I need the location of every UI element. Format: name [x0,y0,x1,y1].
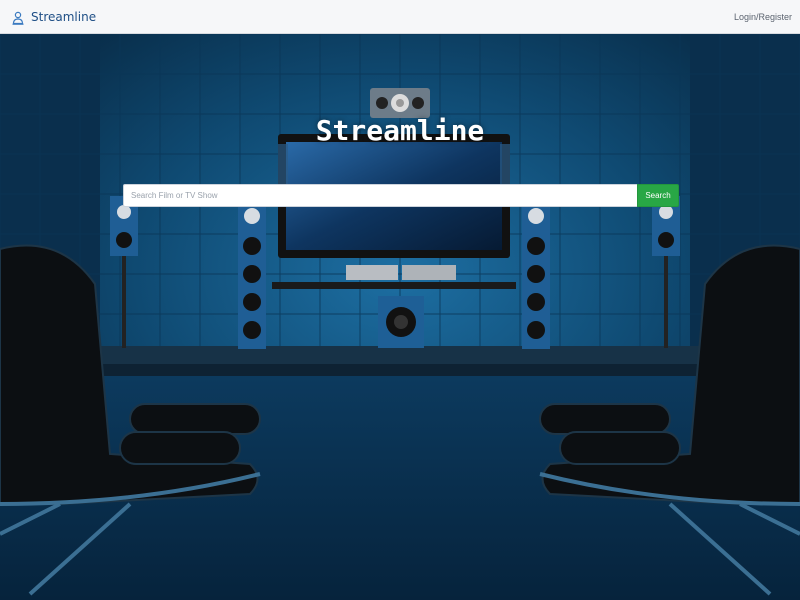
search-button[interactable]: Search [637,184,679,207]
hero-section: Streamline Search [0,34,800,600]
login-register-link[interactable]: Login/Register [734,12,792,22]
brand-name: Streamline [31,9,97,24]
brand-link[interactable]: Streamline [12,9,97,25]
search-form: Search [123,184,679,207]
top-navbar: Streamline Login/Register [0,0,800,34]
person-icon [12,10,24,25]
hero-title: Streamline [315,114,485,147]
search-input[interactable] [123,184,637,207]
